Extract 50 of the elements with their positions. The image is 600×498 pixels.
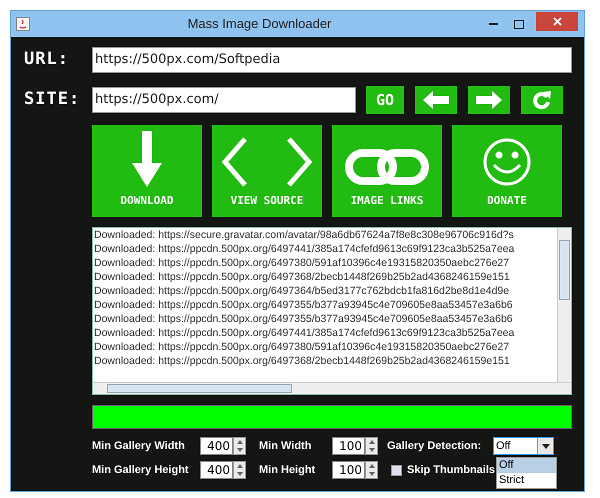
gallery-detection-label: Gallery Detection: bbox=[387, 438, 482, 454]
down-arrow-icon bbox=[132, 130, 162, 186]
min-height-label: Min Height bbox=[259, 462, 316, 478]
min-height-field[interactable]: 100 bbox=[332, 461, 365, 479]
refresh-button[interactable] bbox=[521, 86, 563, 114]
min-width-field[interactable]: 100 bbox=[332, 437, 365, 455]
log-line: Downloaded: https://secure.gravatar.com/avatar/98a6db67624a7f8e8c308e96706c916d?s bbox=[94, 228, 515, 242]
log-line: Downloaded: https://ppcdn.500px.org/6497355/b377a93945c4e709605e8aa53457e3a6b6 bbox=[94, 312, 514, 326]
left-arrow-icon bbox=[423, 91, 449, 109]
spinner-arrows[interactable] bbox=[365, 461, 378, 479]
log-line: Downloaded: https://ppcdn.500px.org/6497368/2becb1448f269b25b2ad4368246159e151 bbox=[94, 270, 511, 284]
maximize-icon[interactable] bbox=[514, 20, 524, 28]
forward-button[interactable] bbox=[468, 86, 510, 114]
url-label: URL: bbox=[24, 48, 70, 72]
log-line: Downloaded: https://ppcdn.500px.org/6497368/2becb1448f269b25b2ad4368246159e151 bbox=[94, 354, 511, 368]
log-line: Downloaded: https://ppcdn.500px.org/6497380/591af10396c4e19315820350aebc276e27 bbox=[94, 340, 510, 354]
log-line: Downloaded: https://ppcdn.500px.org/6497441/385a174cfefd9613c69f9123ca3b525a7eea bbox=[94, 326, 516, 340]
log-line: Downloaded: https://ppcdn.500px.org/6497441/385a174cfefd9613c69f9123ca3b525a7eea bbox=[94, 242, 516, 256]
url-field[interactable]: https://500px.com/Softpedia bbox=[92, 47, 572, 73]
spinner-arrows[interactable] bbox=[233, 437, 246, 455]
app-icon bbox=[16, 17, 30, 31]
site-field[interactable]: https://500px.com/ bbox=[92, 87, 356, 113]
caret-icon bbox=[542, 444, 550, 448]
min-gallery-width-field[interactable]: 400 bbox=[200, 437, 233, 455]
chain-link-icon bbox=[345, 146, 429, 186]
vertical-scrollbar[interactable] bbox=[557, 228, 571, 382]
close-button[interactable] bbox=[536, 12, 578, 30]
window-title: Mass Image Downloader bbox=[186, 15, 332, 34]
refresh-icon bbox=[533, 90, 551, 110]
spinner-arrows[interactable] bbox=[365, 437, 378, 455]
min-gallery-width-label: Min Gallery Width bbox=[92, 438, 186, 454]
min-gallery-height-label: Min Gallery Height bbox=[92, 462, 190, 478]
spinner-arrows[interactable] bbox=[233, 461, 246, 479]
smiley-icon bbox=[482, 136, 532, 186]
site-label: SITE: bbox=[24, 88, 82, 112]
back-button[interactable] bbox=[415, 86, 457, 114]
horizontal-scrollbar[interactable] bbox=[93, 382, 571, 394]
skip-thumbnails-checkbox[interactable] bbox=[391, 464, 402, 476]
log-line: Downloaded: https://ppcdn.500px.org/6497380/591af10396c4e19315820350aebc276e27 bbox=[94, 256, 510, 270]
close-icon bbox=[552, 16, 562, 26]
gallery-detection-dropdown[interactable]: Off bbox=[493, 437, 554, 455]
right-arrow-icon bbox=[476, 91, 502, 109]
minimize-icon[interactable] bbox=[489, 22, 498, 26]
angle-brackets-icon bbox=[221, 136, 313, 186]
min-gallery-height-field[interactable]: 400 bbox=[200, 461, 233, 479]
min-width-label: Min Width bbox=[259, 438, 312, 454]
log-line: Downloaded: https://ppcdn.500px.org/6497364/b5ed3177c762bdcb1fa816d2be8d1e4d9e bbox=[94, 284, 510, 298]
skip-thumbnails-label: Skip Thumbnails bbox=[407, 462, 496, 478]
log-line: Downloaded: https://ppcdn.500px.org/6497355/b377a93945c4e709605e8aa53457e3a6b6 bbox=[94, 298, 514, 312]
dropdown-option[interactable]: Off bbox=[497, 458, 556, 473]
